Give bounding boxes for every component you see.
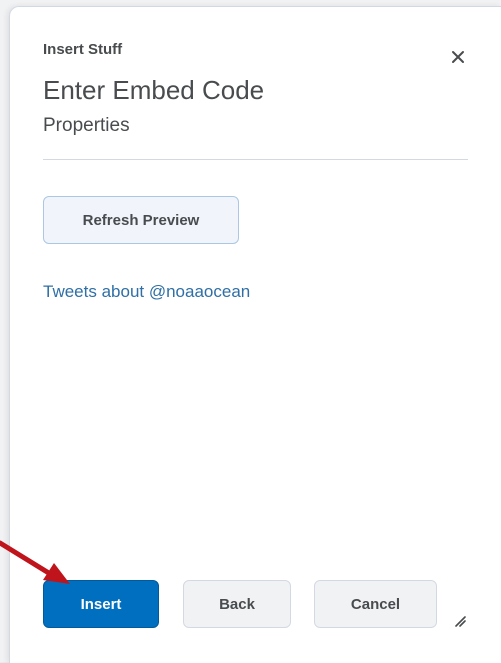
resize-handle-icon [455, 616, 466, 627]
back-button[interactable]: Back [183, 580, 291, 628]
embed-preview-link[interactable]: Tweets about @noaaocean [43, 282, 250, 302]
refresh-preview-button[interactable]: Refresh Preview [43, 196, 239, 244]
close-icon [452, 51, 464, 63]
dialog-eyebrow: Insert Stuff [43, 41, 123, 58]
close-button[interactable] [446, 45, 470, 69]
dialog-subtitle: Properties [43, 115, 130, 136]
dialog-title: Enter Embed Code [43, 75, 265, 105]
insert-stuff-dialog: Insert Stuff Enter Embed Code Properties… [9, 6, 501, 663]
header-divider [43, 159, 468, 160]
resize-handle[interactable] [452, 613, 466, 627]
cancel-button[interactable]: Cancel [314, 580, 437, 628]
insert-button[interactable]: Insert [43, 580, 159, 628]
